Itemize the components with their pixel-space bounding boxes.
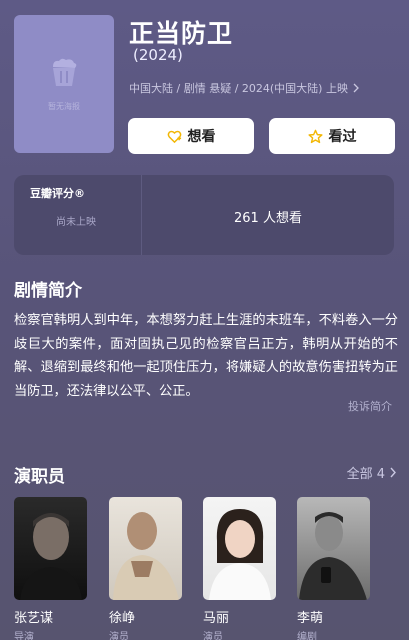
- heart-plus-icon: [167, 130, 181, 143]
- seen-label: 看过: [328, 129, 357, 145]
- chevron-right-icon: [353, 83, 359, 93]
- cast-role: 演员: [109, 632, 129, 640]
- star-icon: [307, 129, 323, 143]
- cast-role: 演员: [203, 632, 223, 640]
- person-photo: [113, 512, 179, 600]
- person-photo: [299, 512, 367, 600]
- cast-name: 李萌: [297, 611, 324, 626]
- watched-button[interactable]: 看过: [269, 118, 395, 154]
- popcorn-icon: [53, 58, 77, 86]
- cast-all-link[interactable]: 全部 4: [347, 463, 397, 482]
- movie-title: 正当防卫: [129, 19, 234, 48]
- avatar: [109, 497, 182, 600]
- movie-meta-link[interactable]: 中国大陆 / 剧情 悬疑 / 2024(中国大陆) 上映: [129, 80, 360, 96]
- avatar: [14, 497, 87, 600]
- cast-name: 马丽: [203, 611, 230, 626]
- cast-name: 张艺谋: [14, 611, 54, 626]
- rating-score-panel[interactable]: 豆瓣评分® 尚未上映: [14, 175, 141, 255]
- rating-card: 豆瓣评分® 尚未上映 261 人想看: [14, 175, 394, 255]
- cast-item[interactable]: 李萌 编剧: [297, 497, 370, 640]
- movie-year: (2024): [133, 46, 183, 64]
- cast-item[interactable]: 张艺谋 导演: [14, 497, 87, 640]
- cast-heading: 演职员: [14, 467, 65, 487]
- person-photo: [209, 509, 271, 600]
- want-to-watch-button[interactable]: 想看: [128, 118, 254, 154]
- avatar: [203, 497, 276, 600]
- rating-status: 尚未上映: [56, 217, 96, 228]
- synopsis-text[interactable]: 检察官韩明人到中年，本想努力赶上生涯的末班车，不料卷入一分歧巨大的案件，面对固执…: [14, 309, 398, 403]
- cast-role: 编剧: [297, 632, 317, 640]
- want-label: 想看: [187, 129, 216, 145]
- cast-item[interactable]: 马丽 演员: [203, 497, 276, 640]
- cast-all-label: 全部 4: [346, 467, 385, 482]
- chevron-right-icon: [390, 467, 396, 478]
- avatar: [297, 497, 370, 600]
- cast-item[interactable]: 徐峥 演员: [109, 497, 182, 640]
- cast-name: 徐峥: [109, 611, 136, 626]
- poster-placeholder-text: 暂无海报: [48, 101, 80, 111]
- wish-count[interactable]: 261 人想看: [142, 207, 394, 226]
- rating-label: 豆瓣评分®: [30, 187, 85, 200]
- movie-meta: 中国大陆 / 剧情 悬疑 / 2024(中国大陆) 上映: [129, 82, 348, 95]
- person-photo: [20, 513, 82, 600]
- report-synopsis-link[interactable]: 投诉简介: [348, 398, 392, 414]
- cast-role: 导演: [14, 632, 34, 640]
- poster-placeholder[interactable]: 暂无海报: [14, 15, 114, 153]
- synopsis-heading: 剧情简介: [14, 281, 82, 301]
